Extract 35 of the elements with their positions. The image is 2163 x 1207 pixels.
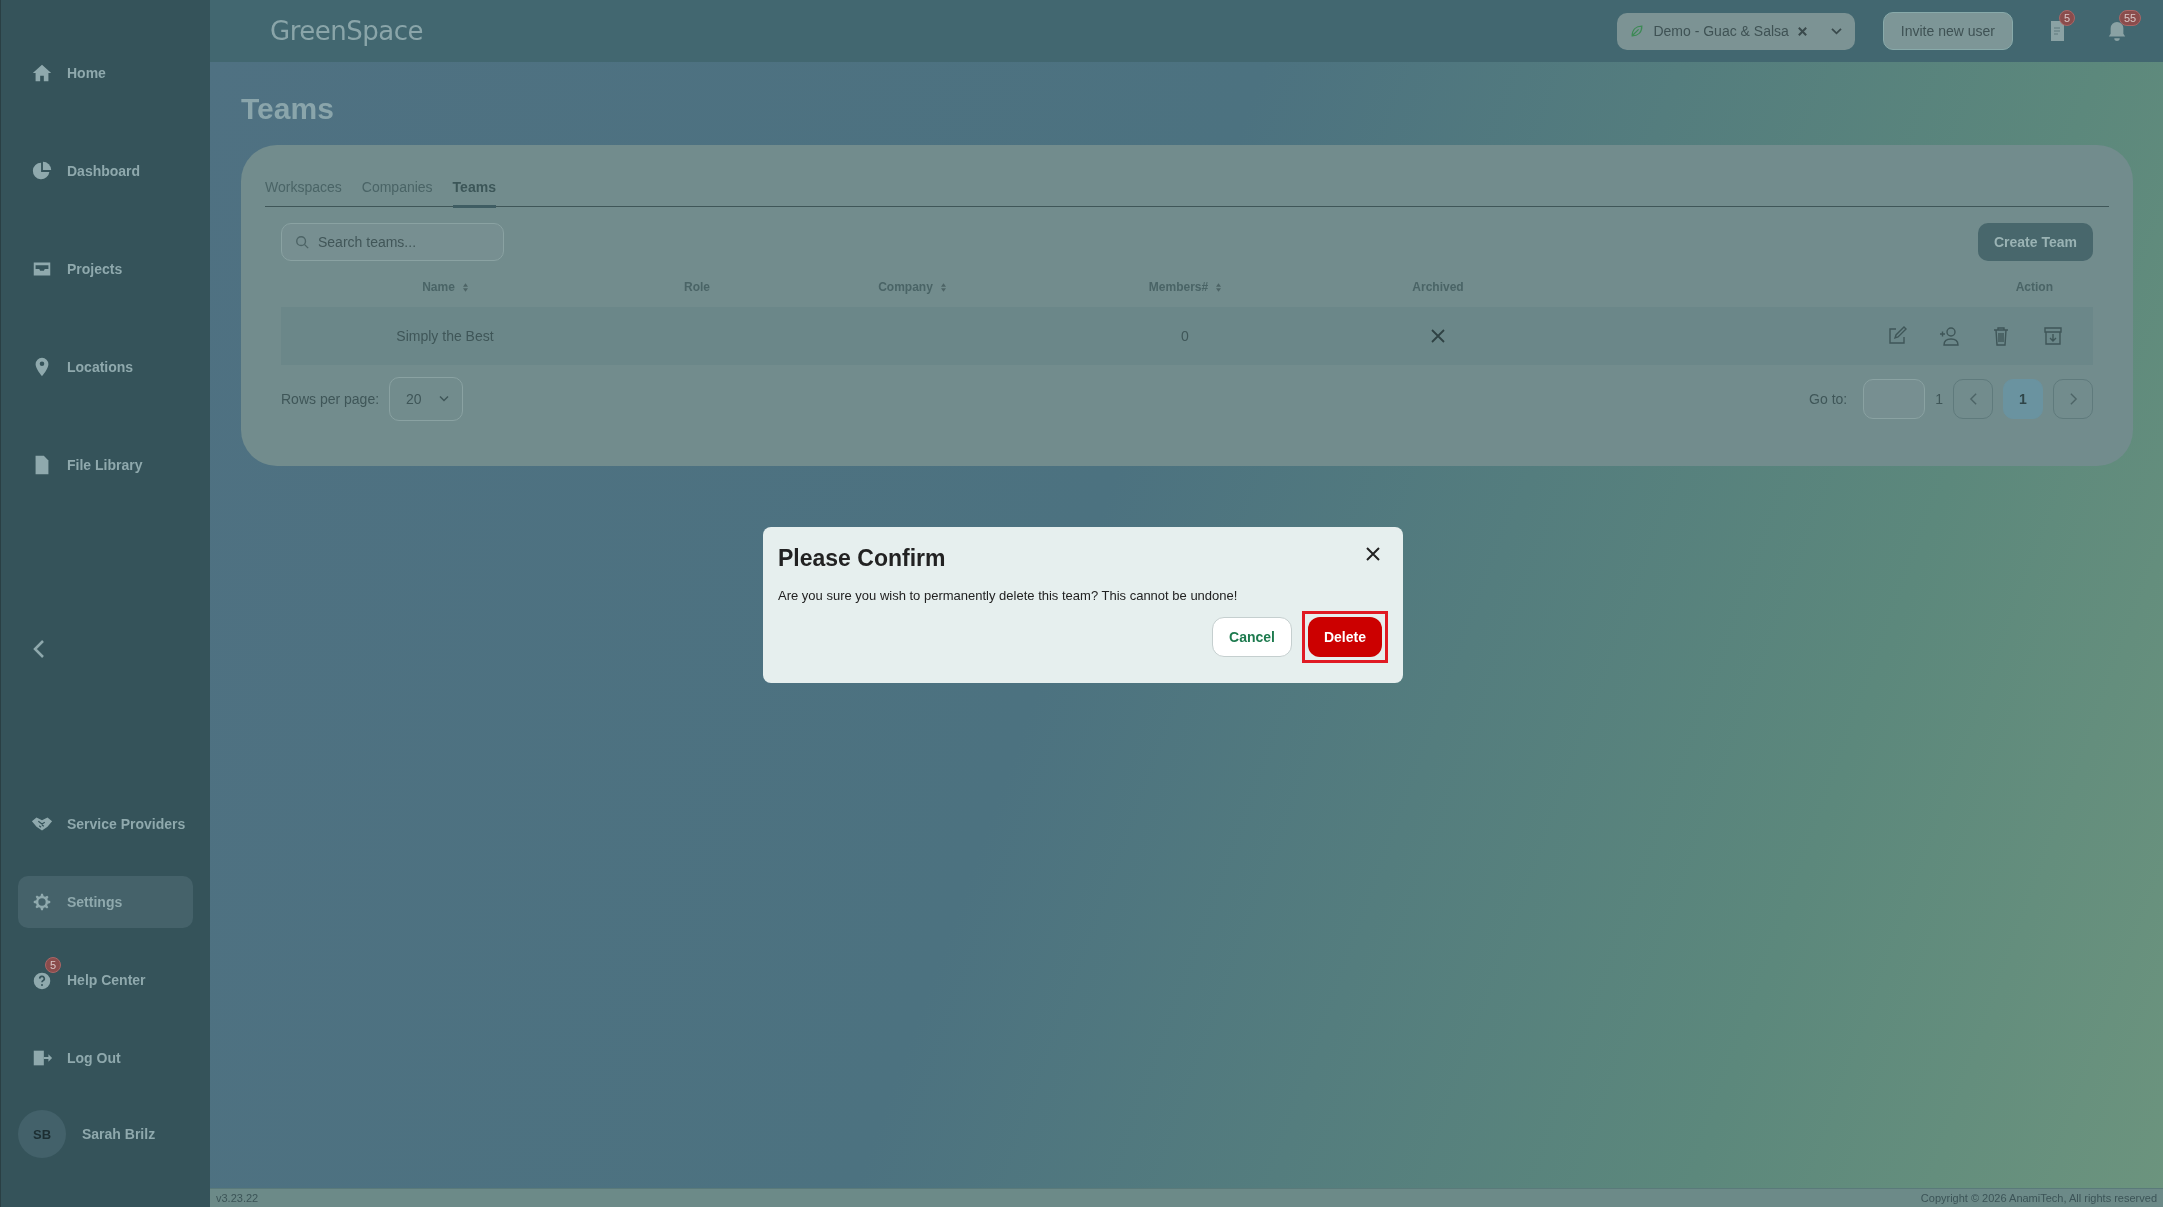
search-field[interactable]: Search teams... [281, 223, 504, 261]
sidebar-item[interactable]: Dashboard [18, 145, 193, 197]
workspace-name: Demo - Guac & Salsa [1653, 23, 1789, 39]
sidebar-label: Dashboard [67, 163, 141, 179]
sidebar-item[interactable]: 5 Help Center [18, 954, 193, 1006]
sidebar-item[interactable]: Home [18, 47, 193, 99]
dialog-title: Please Confirm [778, 545, 946, 572]
sidebar-label: Help Center [67, 972, 146, 988]
notification-badge: 5 [2059, 10, 2076, 26]
cancel-button[interactable]: Cancel [1212, 617, 1292, 657]
workspace-selector[interactable]: Demo - Guac & Salsa [1617, 12, 1855, 50]
logo[interactable]: GreenSpace [270, 16, 423, 46]
sidebar-label: Settings [67, 894, 123, 910]
sidebar-item[interactable]: File Library [18, 439, 193, 491]
sidebar-item[interactable]: Locations [18, 341, 193, 393]
create-team-button[interactable]: Create Team [1978, 223, 2093, 261]
sidebar-label: Locations [67, 359, 134, 375]
sidebar-label: Home [67, 65, 106, 81]
sidebar-item[interactable]: Log Out [18, 1032, 193, 1084]
notification-badge: 5 [44, 957, 61, 973]
sidebar-label: File Library [67, 457, 143, 473]
user-avatar[interactable]: SB [18, 1110, 66, 1158]
sidebar-item[interactable]: Settings [18, 876, 193, 928]
notification-badge: 55 [2119, 10, 2142, 26]
user-name: Sarah Brilz [82, 1126, 156, 1142]
sidebar-item[interactable]: Service Providers [18, 798, 193, 850]
sidebar-label: Projects [67, 261, 123, 277]
invite-user-button[interactable]: Invite new user [1882, 12, 2013, 50]
page-title: Teams [241, 92, 335, 126]
dialog-message: Are you sure you wish to permanently delete this team? This cannot be undone! [778, 588, 1239, 603]
page-button[interactable]: 1 [2003, 379, 2043, 419]
sidebar-label: Log Out [67, 1050, 121, 1066]
sidebar-item[interactable]: Projects [18, 243, 193, 295]
delete-button[interactable]: Delete [1307, 617, 1382, 657]
sidebar-label: Service Providers [67, 816, 186, 832]
